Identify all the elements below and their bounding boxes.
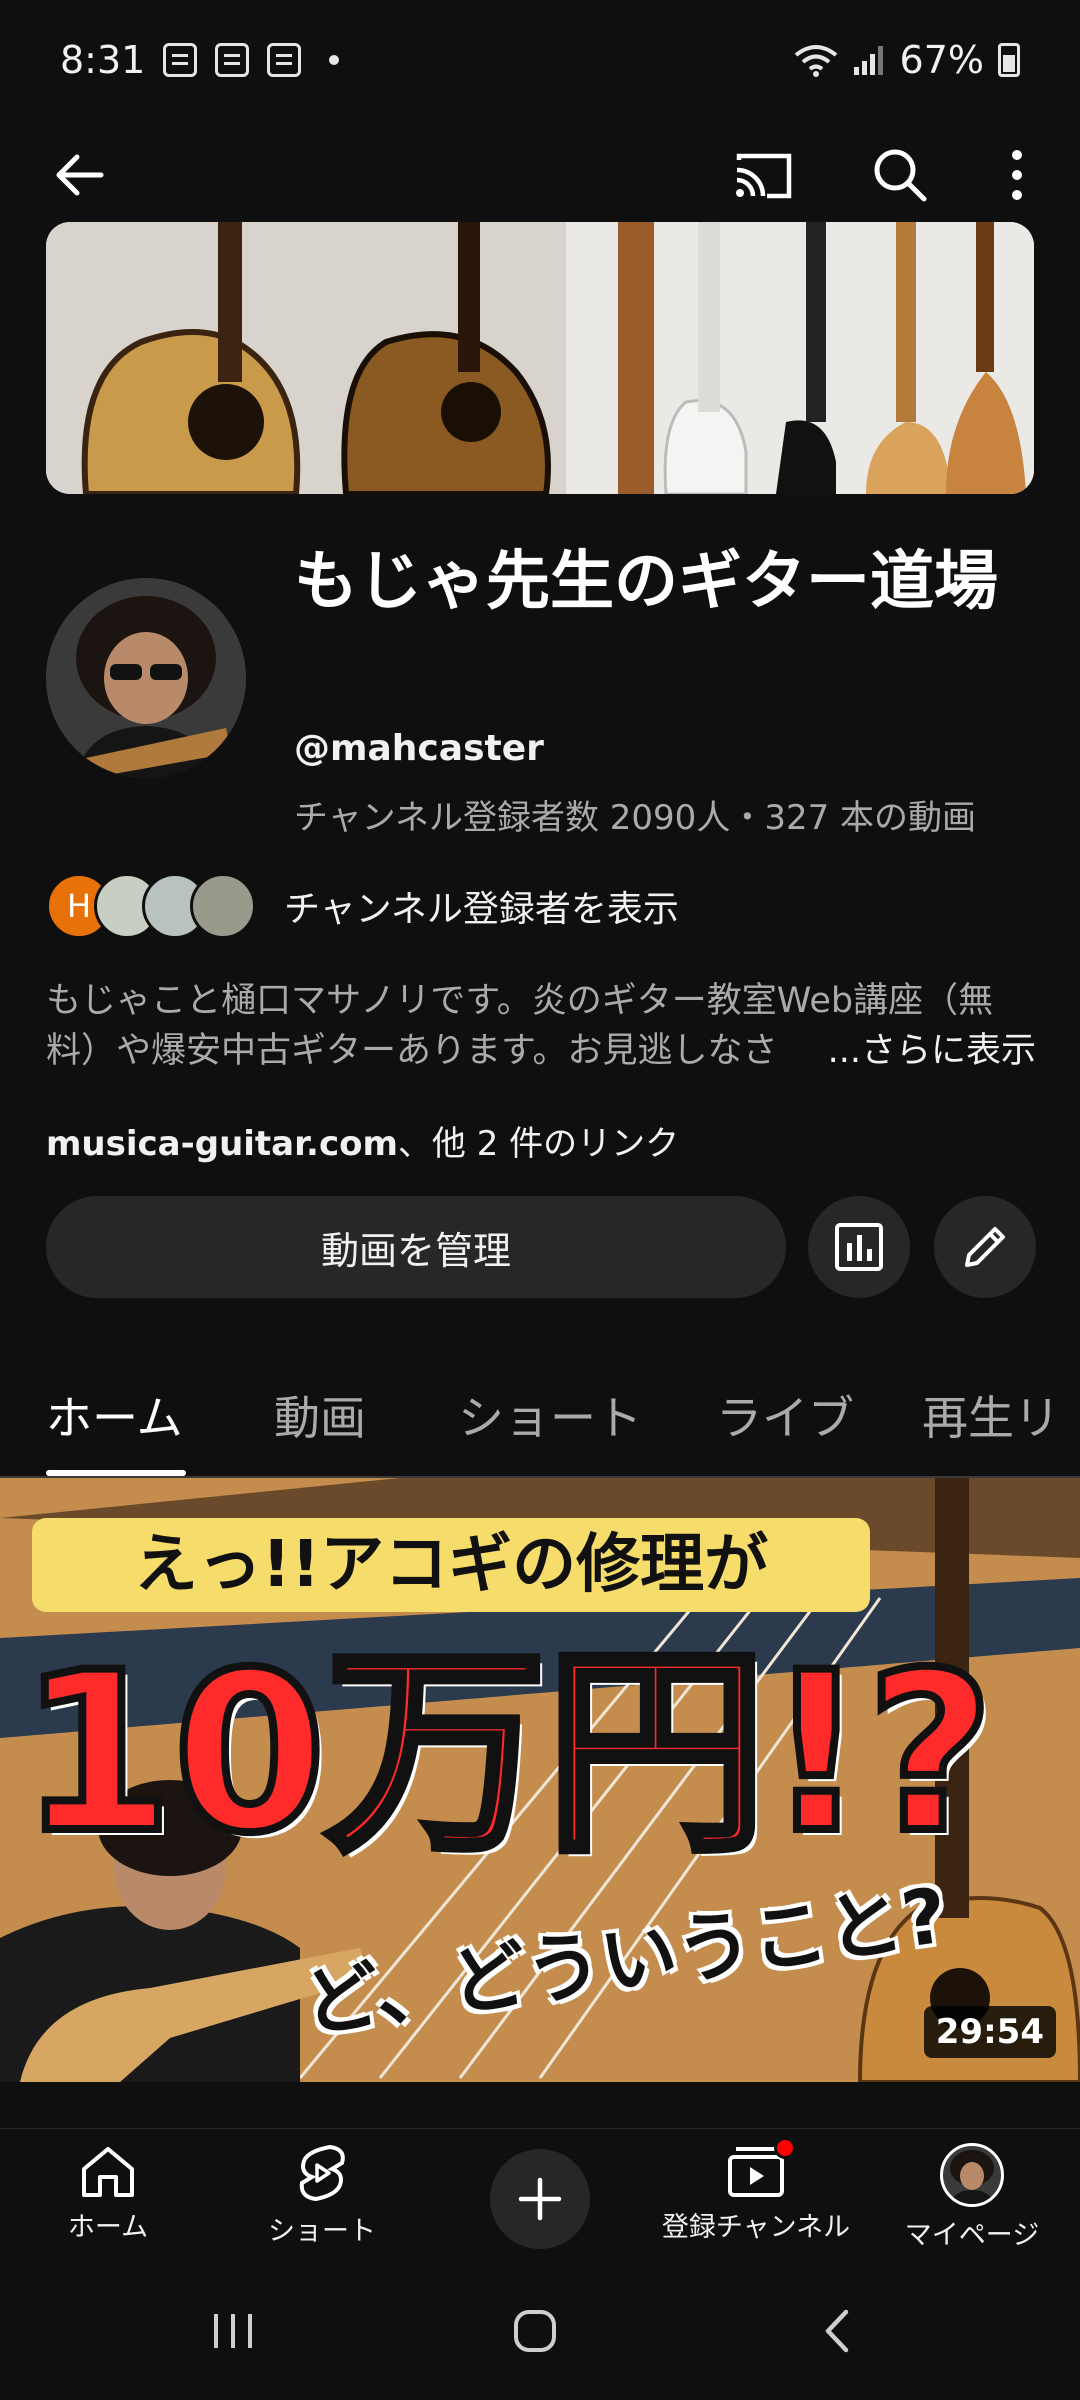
edit-channel-button[interactable] xyxy=(934,1196,1036,1298)
channel-title: もじゃ先生のギター道場 xyxy=(294,545,998,619)
featured-video-thumbnail[interactable]: えっ!!アコギの修理が 10万円!? ど、どういうこと? 29:54 xyxy=(0,1478,1080,2082)
channel-description[interactable]: もじゃこと樋口マサノリです。炎のギター教室Web講座（無料）や爆安中古ギターあり… xyxy=(46,976,1036,1076)
links-suffix: 、他 2 件のリンク xyxy=(397,1124,680,1164)
tab-playlists[interactable]: 再生リ xyxy=(922,1382,1080,1448)
analytics-button[interactable] xyxy=(808,1196,910,1298)
home-icon xyxy=(82,2147,134,2197)
nav-shorts-label: ショート xyxy=(268,2216,376,2247)
more-vert-icon xyxy=(1012,150,1022,200)
channel-avatar[interactable] xyxy=(46,578,246,778)
cast-icon xyxy=(736,153,792,199)
links-domain: musica-guitar.com xyxy=(46,1124,398,1164)
create-button[interactable] xyxy=(490,2149,590,2249)
back-button[interactable] xyxy=(34,130,124,220)
active-tab-indicator xyxy=(46,1470,186,1476)
subscriber-initial: H xyxy=(66,887,92,925)
nav-you[interactable]: マイページ xyxy=(872,2143,1072,2252)
search-button[interactable] xyxy=(855,130,945,220)
search-icon xyxy=(874,149,927,202)
user-avatar-image xyxy=(949,2150,995,2204)
tab-videos[interactable]: 動画 xyxy=(274,1382,366,1448)
manage-videos-label: 動画を管理 xyxy=(320,1228,511,1273)
new-content-badge xyxy=(774,2137,796,2159)
view-subscribers-row[interactable]: H チャンネル登録者を表示 xyxy=(46,872,679,940)
status-time: 8:31 xyxy=(60,38,146,82)
battery-percent: 67% xyxy=(899,38,984,82)
subscriber-avatar xyxy=(190,873,256,939)
home-system-icon[interactable] xyxy=(510,2306,560,2356)
view-subscribers-label: チャンネル登録者を表示 xyxy=(284,889,679,930)
more-options-button[interactable] xyxy=(972,130,1062,220)
recent-apps-icon[interactable] xyxy=(208,2308,258,2354)
notification-icon xyxy=(163,43,198,77)
show-more-link[interactable]: ...さらに表示 xyxy=(777,1026,1036,1076)
nav-you-avatar xyxy=(940,2143,1004,2207)
cast-button[interactable] xyxy=(718,130,808,220)
battery-icon xyxy=(998,43,1020,77)
analytics-icon xyxy=(835,1223,883,1271)
shorts-icon xyxy=(299,2144,345,2202)
subscriptions-icon-wrap xyxy=(726,2137,796,2199)
pencil-icon xyxy=(965,1227,1005,1267)
back-system-icon[interactable] xyxy=(818,2306,858,2356)
video-duration: 29:54 xyxy=(923,2006,1056,2058)
guitars-banner-image xyxy=(46,222,1034,494)
bottom-navigation: ホーム ショート 登録チャンネル マイページ xyxy=(0,2128,1080,2264)
channel-handle: @mahcaster xyxy=(294,728,544,769)
video-caption-big: 10万円!? xyxy=(16,1624,998,1882)
tab-shorts[interactable]: ショート xyxy=(458,1382,642,1448)
news-icon xyxy=(215,43,250,77)
manage-videos-button[interactable]: 動画を管理 xyxy=(46,1196,786,1298)
wifi-icon xyxy=(794,45,837,77)
nav-subscriptions[interactable]: 登録チャンネル xyxy=(656,2137,856,2244)
nav-shorts[interactable]: ショート xyxy=(222,2143,422,2248)
nav-home[interactable]: ホーム xyxy=(8,2143,208,2244)
nav-subscriptions-label: 登録チャンネル xyxy=(661,2212,851,2243)
channel-meta: チャンネル登録者数 2090人・327 本の動画 xyxy=(294,798,977,838)
signal-icon xyxy=(853,46,883,75)
channel-banner xyxy=(46,222,1034,494)
nav-home-label: ホーム xyxy=(67,2212,149,2243)
tab-home[interactable]: ホーム xyxy=(46,1382,183,1448)
nav-you-label: マイページ xyxy=(904,2220,1040,2251)
channel-links[interactable]: musica-guitar.com、他 2 件のリンク xyxy=(46,1116,679,1165)
status-left: 8:31 xyxy=(60,38,340,82)
channel-avatar-image xyxy=(46,578,246,778)
more-notifications-icon xyxy=(329,55,340,65)
status-bar: 8:31 67% xyxy=(0,0,1080,120)
news-icon-2 xyxy=(267,43,302,77)
plus-icon xyxy=(518,2177,562,2221)
tab-live[interactable]: ライブ xyxy=(716,1382,854,1448)
video-caption-top: えっ!!アコギの修理が xyxy=(32,1518,870,1612)
system-navigation-bar xyxy=(0,2264,1080,2400)
channel-tabs: ホーム 動画 ショート ライブ 再生リ xyxy=(0,1360,1080,1478)
arrow-left-icon xyxy=(56,154,104,196)
status-right: 67% xyxy=(794,38,1020,82)
